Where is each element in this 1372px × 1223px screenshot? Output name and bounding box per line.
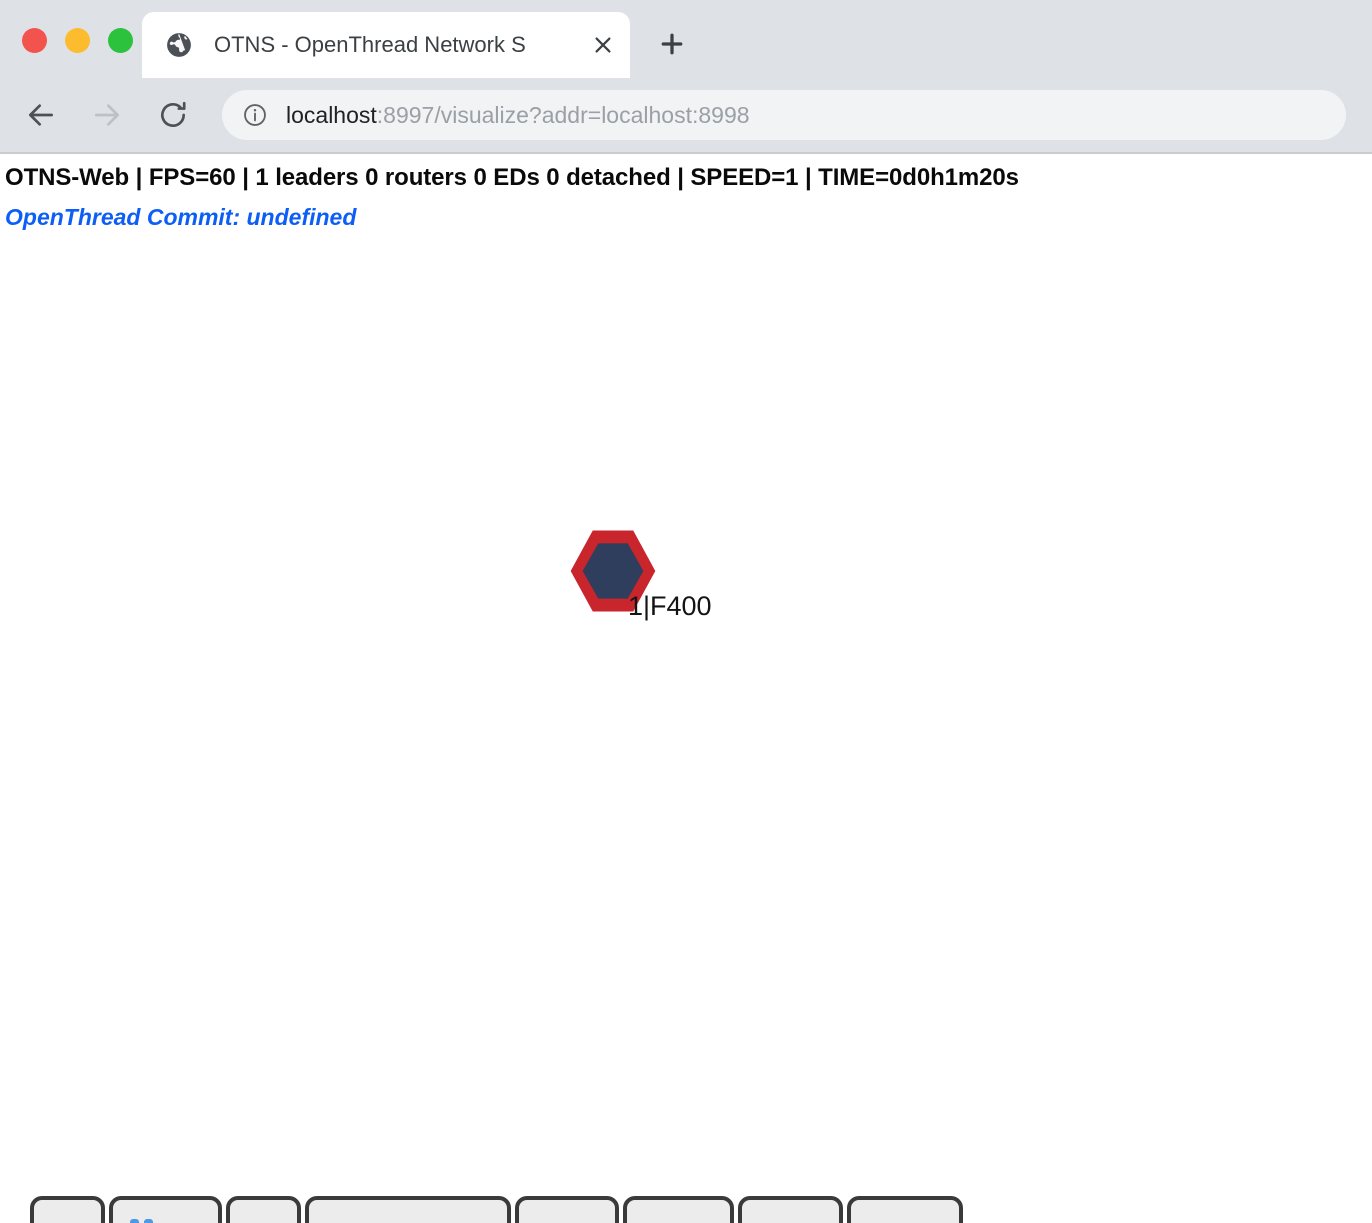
speed-down-button[interactable]: << bbox=[30, 1196, 106, 1223]
status-summary-line: OTNS-Web | FPS=60 | 1 leaders 0 routers … bbox=[5, 164, 1019, 191]
clear-button[interactable]: Clear bbox=[847, 1196, 964, 1223]
globe-icon bbox=[166, 32, 192, 58]
browser-chrome: OTNS - OpenThread Network S localhost:89… bbox=[0, 0, 1372, 154]
new-fed-button[interactable]: FED bbox=[514, 1196, 619, 1223]
window-zoom-button[interactable] bbox=[108, 28, 133, 53]
pause-speed-label: 1X bbox=[163, 1219, 201, 1223]
browser-tab-title: OTNS - OpenThread Network S bbox=[214, 32, 526, 57]
window-traffic-lights bbox=[22, 28, 133, 53]
network-node-1-label: 1|F400 bbox=[628, 591, 712, 621]
tab-strip: OTNS - OpenThread Network S bbox=[0, 0, 1372, 78]
new-router-button[interactable]: New Router bbox=[305, 1196, 511, 1223]
speed-up-button[interactable]: >> bbox=[225, 1196, 302, 1223]
address-bar[interactable]: localhost:8997/visualize?addr=localhost:… bbox=[222, 90, 1346, 140]
window-close-button[interactable] bbox=[22, 28, 47, 53]
back-arrow-icon[interactable] bbox=[18, 92, 64, 138]
openthread-commit-line: OpenThread Commit: undefined bbox=[5, 204, 357, 230]
new-tab-button[interactable] bbox=[650, 22, 694, 66]
new-sed-button[interactable]: SED bbox=[737, 1196, 844, 1223]
otns-visualizer-page: OTNS-Web | FPS=60 | 1 leaders 0 routers … bbox=[0, 154, 1372, 1223]
address-bar-host: localhost bbox=[286, 101, 377, 128]
otns-control-toolbar: << 1X >> New Router FED MED SED Clear bbox=[30, 1196, 964, 1223]
pause-icon bbox=[130, 1219, 154, 1223]
close-icon[interactable] bbox=[588, 30, 618, 60]
browser-tab-active[interactable]: OTNS - OpenThread Network S bbox=[142, 12, 630, 78]
window-minimize-button[interactable] bbox=[65, 28, 90, 53]
reload-icon[interactable] bbox=[150, 92, 196, 138]
address-bar-url: localhost:8997/visualize?addr=localhost:… bbox=[286, 102, 750, 129]
browser-toolbar: localhost:8997/visualize?addr=localhost:… bbox=[0, 78, 1372, 152]
info-circle-icon[interactable] bbox=[242, 102, 268, 128]
address-bar-path: :8997/visualize?addr=localhost:8998 bbox=[376, 101, 750, 128]
forward-arrow-icon[interactable] bbox=[84, 92, 130, 138]
new-med-button[interactable]: MED bbox=[622, 1196, 734, 1223]
status-block: OTNS-Web | FPS=60 | 1 leaders 0 routers … bbox=[5, 164, 1019, 231]
pause-speed-button[interactable]: 1X bbox=[109, 1196, 222, 1223]
